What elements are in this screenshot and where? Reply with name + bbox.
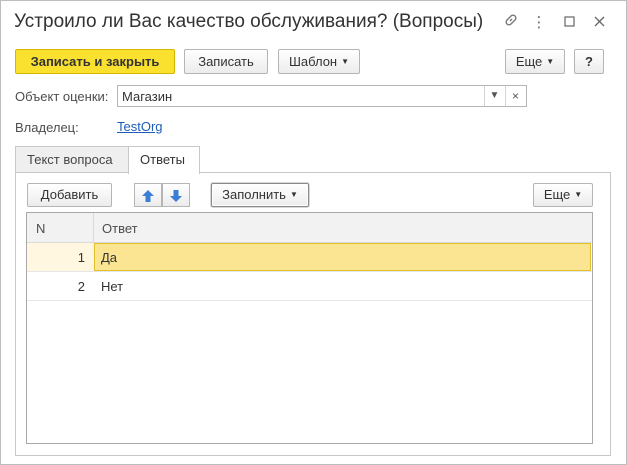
table-row[interactable]: 2 Нет bbox=[27, 272, 592, 301]
object-label: Объект оценки: bbox=[15, 89, 109, 104]
dropdown-icon[interactable]: ▼ bbox=[484, 86, 504, 106]
answers-table[interactable]: N Ответ 1 Да 2 Нет bbox=[26, 212, 593, 444]
fill-button-label: Заполнить bbox=[222, 187, 286, 202]
tab-answers[interactable]: Ответы bbox=[128, 146, 200, 174]
answers-more-label: Еще bbox=[543, 187, 571, 202]
owner-link[interactable]: TestOrg bbox=[117, 119, 163, 134]
arrow-up-icon bbox=[142, 189, 154, 202]
close-icon[interactable] bbox=[589, 13, 609, 33]
chevron-down-icon: ▼ bbox=[574, 190, 583, 199]
table-header: N Ответ bbox=[27, 213, 592, 243]
object-value: Магазин bbox=[122, 89, 173, 104]
move-down-button[interactable] bbox=[162, 183, 190, 207]
window-title: Устроило ли Вас качество обслуживания? (… bbox=[14, 11, 484, 32]
owner-label: Владелец: bbox=[15, 120, 79, 135]
column-divider bbox=[93, 213, 94, 243]
more-button-label: Еще bbox=[515, 54, 543, 69]
more-button[interactable]: Еще ▼ bbox=[505, 49, 565, 74]
row-number: 1 bbox=[77, 250, 85, 265]
chevron-down-icon: ▼ bbox=[289, 190, 298, 199]
add-button[interactable]: Добавить bbox=[27, 183, 112, 207]
maximize-icon[interactable] bbox=[559, 13, 579, 33]
answers-more-button[interactable]: Еще ▼ bbox=[533, 183, 593, 207]
chevron-down-icon: ▼ bbox=[341, 57, 350, 66]
column-header-answer[interactable]: Ответ bbox=[102, 221, 138, 236]
more-vertical-icon[interactable]: ⋮ bbox=[529, 13, 549, 33]
tab-question-text[interactable]: Текст вопроса bbox=[15, 146, 129, 173]
fill-button[interactable]: Заполнить ▼ bbox=[211, 183, 309, 207]
save-button[interactable]: Записать bbox=[184, 49, 268, 74]
clear-icon[interactable]: × bbox=[505, 86, 525, 106]
move-up-button[interactable] bbox=[134, 183, 162, 207]
template-button[interactable]: Шаблон ▼ bbox=[278, 49, 360, 74]
link-icon[interactable] bbox=[501, 13, 521, 33]
form-window: Устроило ли Вас качество обслуживания? (… bbox=[0, 0, 627, 465]
row-answer: Да bbox=[101, 250, 118, 265]
arrow-down-icon bbox=[170, 189, 182, 202]
table-row[interactable]: 1 Да bbox=[27, 243, 592, 272]
template-button-label: Шаблон bbox=[288, 54, 338, 69]
save-and-close-button[interactable]: Записать и закрыть bbox=[15, 49, 175, 74]
column-header-n[interactable]: N bbox=[36, 221, 45, 236]
chevron-down-icon: ▼ bbox=[546, 57, 555, 66]
row-answer-cell bbox=[94, 243, 591, 271]
help-button[interactable]: ? bbox=[574, 49, 604, 74]
row-answer: Нет bbox=[101, 279, 124, 294]
row-number: 2 bbox=[77, 279, 85, 294]
object-field[interactable]: Магазин ▼ × bbox=[117, 85, 527, 107]
